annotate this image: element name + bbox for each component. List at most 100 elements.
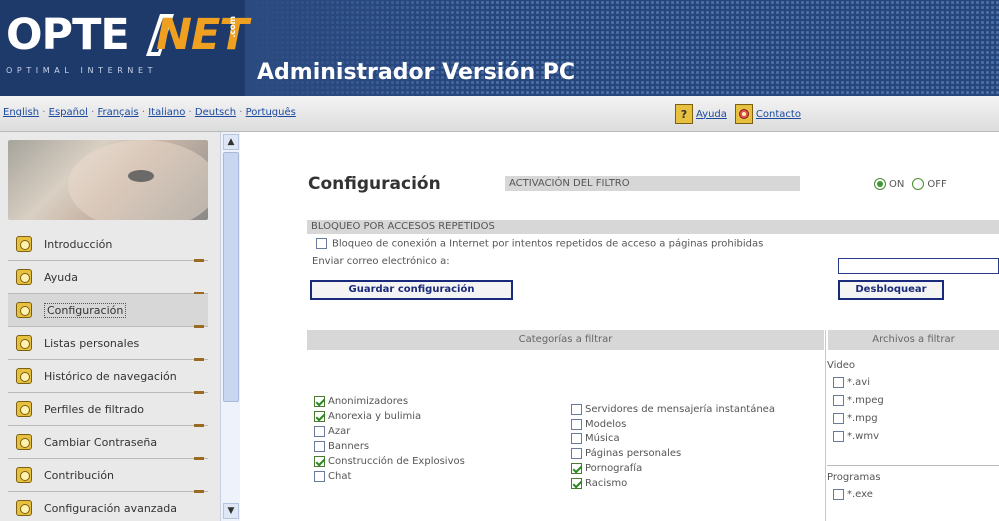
- contact-link[interactable]: Contacto: [756, 109, 801, 120]
- sidebar-item-ayuda[interactable]: Ayuda: [8, 261, 208, 295]
- category-item: Anonimizadores: [314, 394, 465, 409]
- category-checkbox[interactable]: [314, 441, 325, 452]
- category-label: Servidores de mensajería instantánea: [585, 403, 775, 415]
- folder-icon: [16, 500, 32, 516]
- sidebar-item-label: Configuración avanzada: [44, 501, 178, 515]
- sidebar-item-perfiles[interactable]: Perfiles de filtrado: [8, 393, 208, 427]
- contact-icon[interactable]: [734, 104, 753, 124]
- category-checkbox[interactable]: [571, 448, 582, 460]
- folder-icon: [16, 434, 32, 450]
- category-item: Servidores de mensajería instantánea: [571, 402, 775, 417]
- sidebar-item-label: Introducción: [44, 237, 113, 251]
- sidebar-item-configuracion-avanzada[interactable]: Configuración avanzada: [8, 492, 208, 521]
- lang-link-portugues[interactable]: Português: [246, 107, 296, 118]
- email-input[interactable]: [838, 258, 999, 274]
- main-content: Configuración ACTIVACIÓN DEL FILTRO ON O…: [240, 132, 999, 521]
- sidebar-item-label: Histórico de navegación: [44, 369, 177, 383]
- lang-link-italiano[interactable]: Italiano: [148, 107, 185, 118]
- filter-on-label: ON: [889, 178, 905, 190]
- sidebar-item-configuracion[interactable]: Configuración: [8, 294, 208, 328]
- file-type-checkbox[interactable]: [833, 430, 844, 442]
- filter-on-radio[interactable]: [874, 178, 886, 190]
- category-checkbox[interactable]: [314, 426, 325, 437]
- file-type-label: *.exe: [847, 488, 873, 500]
- folder-icon: [16, 236, 32, 252]
- logo-com-text: .com: [228, 16, 237, 38]
- block-repeated-access-checkbox[interactable]: [316, 238, 327, 249]
- help-icon[interactable]: ?: [675, 104, 693, 124]
- folder-icon: [16, 368, 32, 384]
- folder-icon: [16, 269, 32, 285]
- category-item: Modelos: [571, 417, 775, 432]
- file-type-checkbox[interactable]: [833, 488, 844, 500]
- sidebar-item-historico[interactable]: Histórico de navegación: [8, 360, 208, 394]
- lang-link-english[interactable]: English: [3, 107, 39, 118]
- filter-toggle: ON OFF: [874, 178, 955, 190]
- file-type-item: *.avi: [827, 373, 884, 391]
- unblock-button[interactable]: Desbloquear: [838, 280, 944, 300]
- categories-left-list: Anonimizadores Anorexia y bulimia Azar B…: [314, 394, 465, 484]
- category-checkbox[interactable]: [571, 418, 582, 430]
- app-title: Administrador Versión PC: [257, 60, 576, 85]
- sidebar-item-cambiar-contrasena[interactable]: Cambiar Contraseña: [8, 426, 208, 460]
- folder-icon: [16, 401, 32, 417]
- sidebar-item-label: Cambiar Contraseña: [44, 435, 158, 449]
- sidebar-item-label: Configuración: [44, 302, 127, 318]
- category-checkbox[interactable]: [314, 471, 325, 482]
- category-checkbox[interactable]: [314, 411, 325, 422]
- sidebar-item-label: Perfiles de filtrado: [44, 402, 145, 416]
- file-type-item: *.exe: [827, 485, 881, 503]
- category-label: Páginas personales: [585, 448, 682, 460]
- file-type-checkbox[interactable]: [833, 394, 844, 406]
- scrollbar-thumb[interactable]: [223, 152, 239, 402]
- category-checkbox[interactable]: [571, 463, 582, 475]
- category-checkbox[interactable]: [571, 477, 582, 489]
- category-checkbox[interactable]: [571, 403, 582, 415]
- categories-right-list: Servidores de mensajería instantánea Mod…: [571, 402, 775, 491]
- file-type-item: *.mpeg: [827, 391, 884, 409]
- sidebar-menu: Introducción Ayuda Configuración Listas …: [8, 228, 208, 521]
- lang-link-deutsch[interactable]: Deutsch: [195, 107, 236, 118]
- help-link[interactable]: Ayuda: [696, 109, 727, 120]
- chevron-up-icon[interactable]: ▲: [223, 134, 239, 150]
- save-configuration-button[interactable]: Guardar configuración: [310, 280, 513, 300]
- logo[interactable]: OPTE NET .com OPTIMAL INTERNET: [0, 0, 249, 96]
- category-checkbox[interactable]: [314, 456, 325, 467]
- file-type-item: *.mpg: [827, 409, 884, 427]
- category-label: Música: [585, 433, 620, 445]
- help-contact-group: ? Ayuda Contacto: [675, 104, 809, 124]
- category-checkbox[interactable]: [314, 396, 325, 407]
- category-label: Modelos: [585, 418, 627, 430]
- category-label: Banners: [328, 441, 370, 452]
- folder-icon: [16, 335, 32, 351]
- sidebar-item-label: Listas personales: [44, 336, 140, 350]
- sidebar-item-introduccion[interactable]: Introducción: [8, 228, 208, 262]
- category-item: Pornografía: [571, 461, 775, 476]
- sidebar: Introducción Ayuda Configuración Listas …: [0, 132, 220, 521]
- files-programs-section: Programas *.exe: [827, 472, 881, 503]
- email-label: Enviar correo electrónico a:: [312, 256, 450, 267]
- folder-icon: [16, 302, 32, 318]
- filter-off-radio[interactable]: [912, 178, 925, 190]
- category-checkbox[interactable]: [571, 433, 582, 445]
- file-type-checkbox[interactable]: [833, 412, 844, 424]
- category-item: Azar: [314, 424, 465, 439]
- files-programs-title: Programas: [827, 472, 881, 483]
- logo-tagline: OPTIMAL INTERNET: [6, 66, 158, 75]
- sidebar-item-contribucion[interactable]: Contribución: [8, 459, 208, 493]
- category-label: Pornografía: [585, 463, 643, 475]
- sidebar-item-listas-personales[interactable]: Listas personales: [8, 327, 208, 361]
- files-header: Archivos a filtrar: [828, 330, 999, 350]
- category-label: Anonimizadores: [328, 396, 409, 407]
- lang-link-francais[interactable]: Français: [97, 107, 138, 118]
- category-item: Chat: [314, 469, 465, 484]
- file-type-checkbox[interactable]: [833, 376, 844, 388]
- lang-link-espanol[interactable]: Español: [49, 107, 88, 118]
- folder-icon: [16, 467, 32, 483]
- chevron-down-icon[interactable]: ▼: [223, 503, 239, 519]
- language-links: English · Español · Français · Italiano …: [3, 107, 296, 118]
- block-repeated-access-label: Bloqueo de conexión a Internet por inten…: [332, 238, 764, 250]
- sidebar-scrollbar[interactable]: ▲ ▼: [220, 132, 240, 521]
- files-video-section: Video *.avi *.mpeg *.mpg *.wmv: [827, 360, 884, 445]
- file-type-label: *.mpeg: [847, 394, 884, 406]
